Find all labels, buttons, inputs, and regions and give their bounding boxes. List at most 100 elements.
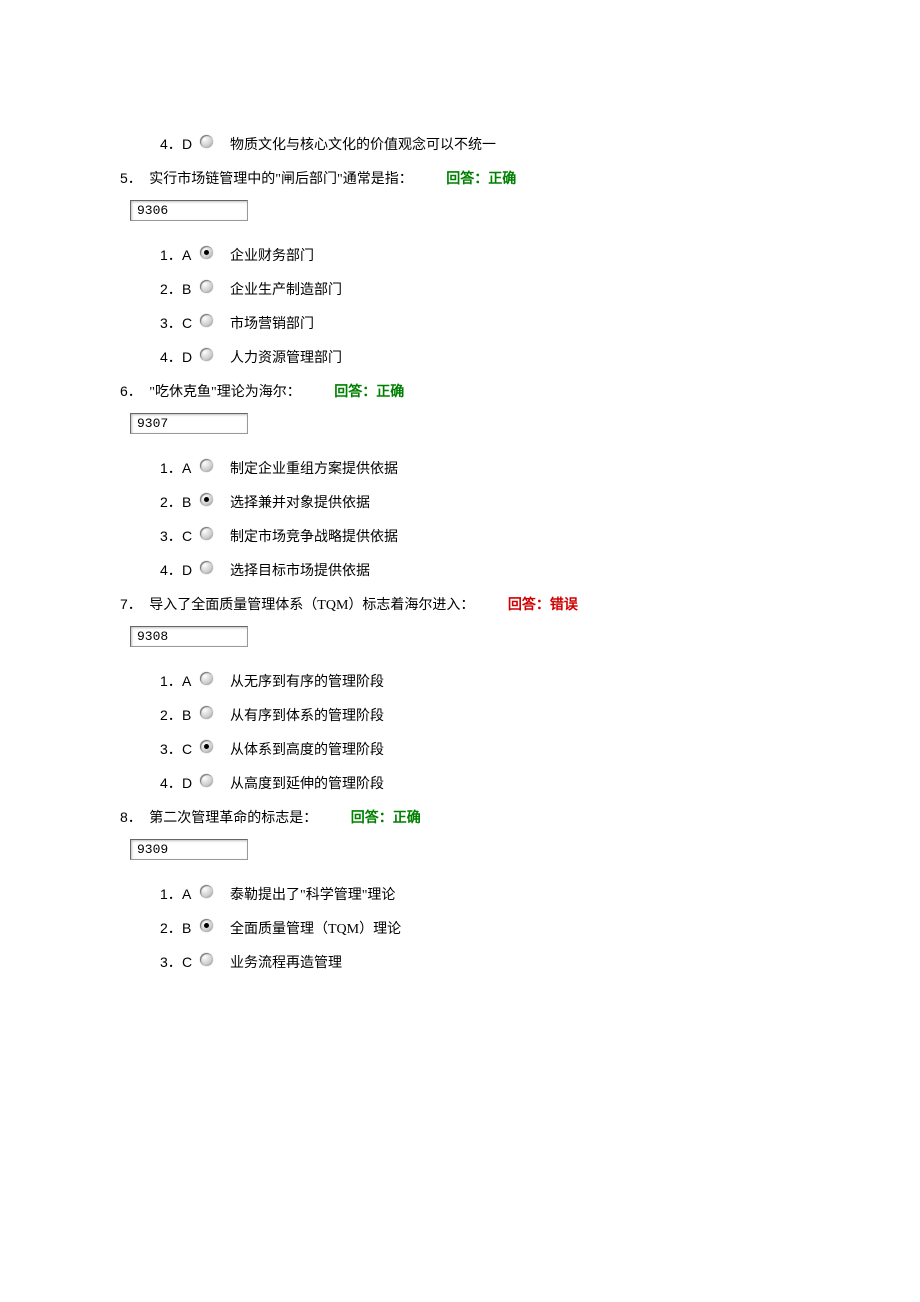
option-letter: A bbox=[182, 886, 200, 902]
radio-wrap bbox=[200, 779, 230, 787]
question-id-input[interactable]: 9306 bbox=[130, 200, 248, 221]
radio-wrap bbox=[200, 532, 230, 540]
feedback-label: 回答：错误 bbox=[508, 598, 578, 613]
radio-button[interactable] bbox=[200, 459, 213, 472]
option-text: 市场营销部门 bbox=[230, 313, 314, 333]
feedback-label: 回答：正确 bbox=[334, 385, 404, 400]
option-row: 3． C 市场营销部门 bbox=[160, 313, 800, 333]
radio-button[interactable] bbox=[200, 885, 213, 898]
option-number: 4． bbox=[160, 347, 182, 367]
question-id-input[interactable]: 9308 bbox=[130, 626, 248, 647]
option-letter: D bbox=[182, 775, 200, 791]
question-text: 导入了全面质量管理体系（TQM）标志着海尔进入： bbox=[149, 598, 474, 613]
option-text: 从高度到延伸的管理阶段 bbox=[230, 773, 384, 793]
option-text: 选择目标市场提供依据 bbox=[230, 560, 370, 580]
option-number: 1． bbox=[160, 458, 182, 478]
radio-wrap bbox=[200, 677, 230, 685]
option-number: 4． bbox=[160, 560, 182, 580]
radio-wrap bbox=[200, 319, 230, 327]
radio-button[interactable] bbox=[200, 280, 213, 293]
radio-wrap bbox=[200, 745, 230, 753]
option-row: 1． A 泰勒提出了"科学管理"理论 bbox=[160, 884, 800, 904]
option-text: 制定市场竞争战略提供依据 bbox=[230, 526, 398, 546]
option-number: 3． bbox=[160, 952, 182, 972]
option-text: 从体系到高度的管理阶段 bbox=[230, 739, 384, 759]
question-number: 8． bbox=[120, 809, 142, 825]
option-text: 选择兼并对象提供依据 bbox=[230, 492, 370, 512]
radio-button[interactable] bbox=[200, 135, 213, 148]
option-letter: C bbox=[182, 528, 200, 544]
radio-button[interactable] bbox=[200, 493, 213, 506]
radio-wrap bbox=[200, 711, 230, 719]
option-letter: A bbox=[182, 460, 200, 476]
radio-dot-icon bbox=[204, 744, 209, 749]
radio-wrap bbox=[200, 251, 230, 259]
radio-wrap bbox=[200, 285, 230, 293]
question-stem: 6． "吃休克鱼"理论为海尔： 回答：正确 bbox=[120, 381, 800, 401]
question-id-input[interactable]: 9307 bbox=[130, 413, 248, 434]
radio-button[interactable] bbox=[200, 672, 213, 685]
option-number: 2． bbox=[160, 918, 182, 938]
question-stem: 7． 导入了全面质量管理体系（TQM）标志着海尔进入： 回答：错误 bbox=[120, 594, 800, 614]
option-row: 2． B 从有序到体系的管理阶段 bbox=[160, 705, 800, 725]
option-letter: D bbox=[182, 562, 200, 578]
option-letter: C bbox=[182, 954, 200, 970]
option-row: 3． C 从体系到高度的管理阶段 bbox=[160, 739, 800, 759]
radio-wrap bbox=[200, 890, 230, 898]
radio-dot-icon bbox=[204, 923, 209, 928]
option-row: 4． D 选择目标市场提供依据 bbox=[160, 560, 800, 580]
option-text: 制定企业重组方案提供依据 bbox=[230, 458, 398, 478]
radio-button[interactable] bbox=[200, 706, 213, 719]
question-number: 6． bbox=[120, 383, 142, 399]
option-number: 2． bbox=[160, 492, 182, 512]
option-row: 1． A 企业财务部门 bbox=[160, 245, 800, 265]
option-row: 2． B 选择兼并对象提供依据 bbox=[160, 492, 800, 512]
radio-dot-icon bbox=[204, 250, 209, 255]
option-text: 人力资源管理部门 bbox=[230, 347, 342, 367]
question-stem: 8． 第二次管理革命的标志是： 回答：正确 bbox=[120, 807, 800, 827]
option-number: 3． bbox=[160, 739, 182, 759]
option-row: 4． D 人力资源管理部门 bbox=[160, 347, 800, 367]
radio-button[interactable] bbox=[200, 246, 213, 259]
option-row: 4． D 物质文化与核心文化的价值观念可以不统一 bbox=[160, 134, 800, 154]
option-row: 3． C 业务流程再造管理 bbox=[160, 952, 800, 972]
question-number: 5． bbox=[120, 170, 142, 186]
page-content: 4． D 物质文化与核心文化的价值观念可以不统一 5． 实行市场链管理中的"闸后… bbox=[0, 0, 920, 1046]
radio-button[interactable] bbox=[200, 774, 213, 787]
radio-wrap bbox=[200, 140, 230, 148]
option-letter: C bbox=[182, 741, 200, 757]
feedback-label: 回答：正确 bbox=[351, 811, 421, 826]
option-row: 1． A 从无序到有序的管理阶段 bbox=[160, 671, 800, 691]
option-text: 从无序到有序的管理阶段 bbox=[230, 671, 384, 691]
option-letter: D bbox=[182, 136, 200, 152]
option-letter: C bbox=[182, 315, 200, 331]
radio-wrap bbox=[200, 353, 230, 361]
option-number: 1． bbox=[160, 245, 182, 265]
radio-button[interactable] bbox=[200, 527, 213, 540]
radio-button[interactable] bbox=[200, 314, 213, 327]
option-text: 全面质量管理（TQM）理论 bbox=[230, 918, 401, 938]
question-text: "吃休克鱼"理论为海尔： bbox=[149, 385, 300, 400]
radio-button[interactable] bbox=[200, 561, 213, 574]
option-number: 2． bbox=[160, 279, 182, 299]
option-number: 3． bbox=[160, 526, 182, 546]
radio-button[interactable] bbox=[200, 348, 213, 361]
option-number: 3． bbox=[160, 313, 182, 333]
option-text: 企业财务部门 bbox=[230, 245, 314, 265]
radio-wrap bbox=[200, 498, 230, 506]
option-letter: B bbox=[182, 920, 200, 936]
option-letter: B bbox=[182, 707, 200, 723]
option-row: 4． D 从高度到延伸的管理阶段 bbox=[160, 773, 800, 793]
radio-wrap bbox=[200, 566, 230, 574]
option-number: 2． bbox=[160, 705, 182, 725]
option-letter: A bbox=[182, 247, 200, 263]
option-row: 2． B 企业生产制造部门 bbox=[160, 279, 800, 299]
question-id-input[interactable]: 9309 bbox=[130, 839, 248, 860]
radio-button[interactable] bbox=[200, 919, 213, 932]
option-letter: A bbox=[182, 673, 200, 689]
option-letter: B bbox=[182, 281, 200, 297]
radio-button[interactable] bbox=[200, 953, 213, 966]
question-number: 7． bbox=[120, 596, 142, 612]
radio-button[interactable] bbox=[200, 740, 213, 753]
option-number: 4． bbox=[160, 773, 182, 793]
